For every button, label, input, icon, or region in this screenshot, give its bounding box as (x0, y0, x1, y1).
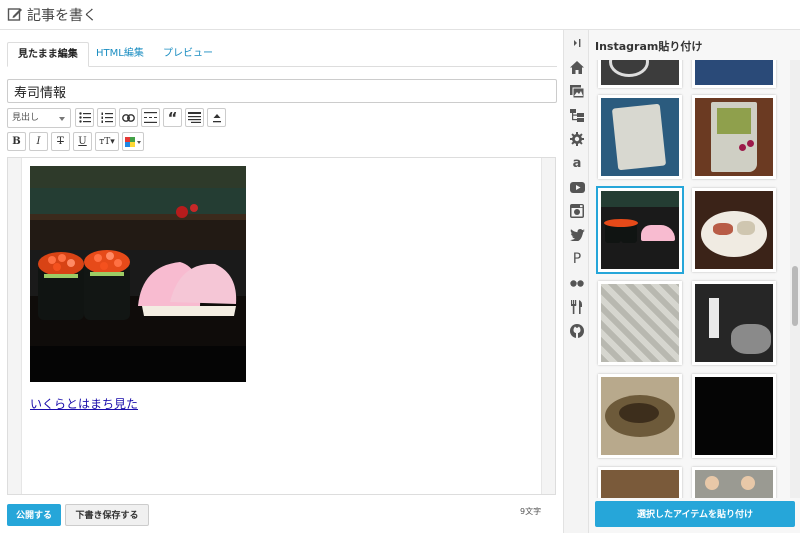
twitter-icon (569, 229, 585, 241)
instagram-button[interactable] (568, 202, 586, 220)
tab-preview[interactable]: プレビュー (153, 42, 223, 67)
quote-icon: “ (167, 108, 178, 127)
pixiv-icon: P (572, 251, 582, 267)
tab-wysiwyg[interactable]: 見たまま編集 (7, 42, 89, 67)
text-color-button[interactable] (122, 132, 144, 151)
instagram-thumbnail[interactable] (692, 188, 776, 272)
flickr-icon (570, 279, 584, 287)
heading-select-value: 見出し (12, 113, 40, 123)
restaurant-button[interactable] (568, 298, 586, 316)
instagram-grid-scrollbar[interactable] (790, 60, 800, 498)
more-break-icon (144, 112, 157, 123)
collapse-panel-button[interactable] (568, 34, 586, 52)
sushi-photo[interactable] (30, 166, 246, 382)
instagram-icon (570, 204, 584, 218)
more-break-button[interactable] (141, 108, 160, 127)
page-title: 記事を書く (27, 8, 97, 24)
body-left-gutter (8, 158, 22, 494)
youtube-button[interactable] (568, 178, 586, 196)
twitter-button[interactable] (568, 226, 586, 244)
underline-icon: U (78, 136, 87, 147)
instagram-thumbnail[interactable] (692, 374, 776, 458)
amazon-button[interactable]: a (568, 154, 586, 172)
bold-button[interactable]: B (7, 132, 26, 151)
upload-button[interactable] (207, 108, 226, 127)
instagram-thumbnail[interactable] (598, 467, 682, 498)
flickr-button[interactable] (568, 274, 586, 292)
character-count: 9文字 (520, 507, 542, 516)
table-of-contents-button[interactable] (185, 108, 204, 127)
rich-text-body[interactable]: いくらとはまち見た (7, 157, 556, 495)
font-size-button[interactable]: тT▾ (95, 132, 119, 151)
table-of-contents-icon (188, 112, 201, 123)
tree-icon (570, 108, 584, 122)
tree-button[interactable] (568, 106, 586, 124)
service-icon-strip: a P (563, 30, 589, 533)
instagram-thumbnail[interactable] (692, 281, 776, 365)
instagram-thumbnail[interactable] (692, 467, 776, 498)
amazon-icon: a (572, 155, 582, 171)
italic-icon: I (36, 136, 41, 147)
body-right-gutter (541, 158, 555, 494)
link-button[interactable] (119, 108, 138, 127)
edit-icon (7, 8, 22, 21)
chevron-down-icon (59, 117, 65, 121)
youtube-icon (569, 181, 585, 193)
instagram-thumbnail-selected[interactable] (598, 188, 682, 272)
quote-button[interactable]: “ (163, 108, 182, 127)
photo-album-button[interactable] (568, 82, 586, 100)
github-button[interactable] (568, 322, 586, 340)
upload-icon (212, 113, 221, 122)
link-icon (122, 113, 135, 122)
blog-editor-page: 記事を書く 見たまま編集 HTML編集 プレビュー 見出し (0, 0, 800, 533)
photo-album-icon (570, 84, 584, 98)
gear-icon (570, 132, 584, 146)
strikethrough-button[interactable]: T (51, 132, 70, 151)
bullet-list-icon (78, 112, 91, 123)
pixiv-button[interactable]: P (568, 250, 586, 268)
publish-button[interactable]: 公開する (7, 504, 61, 526)
instagram-thumbnail[interactable] (598, 95, 682, 179)
home-button[interactable] (568, 58, 586, 76)
paste-selected-button[interactable]: 選択したアイテムを貼り付け (595, 501, 795, 527)
scrollbar-thumb[interactable] (792, 266, 798, 326)
collapse-panel-icon (574, 39, 581, 47)
instagram-thumbnail[interactable] (598, 374, 682, 458)
github-icon (570, 324, 584, 338)
numbered-list-button[interactable] (97, 108, 116, 127)
instagram-thumbnail[interactable] (598, 60, 682, 88)
restaurant-icon (571, 300, 583, 314)
instagram-panel-title: Instagram貼り付け (595, 40, 703, 53)
numbered-list-icon (101, 112, 113, 123)
italic-button[interactable]: I (29, 132, 48, 151)
instagram-panel: Instagram貼り付け 選択したアイテムを貼り付け (589, 30, 800, 533)
home-icon (570, 60, 584, 74)
app-header: 記事を書く (0, 0, 800, 30)
underline-button[interactable]: U (73, 132, 92, 151)
instagram-thumbnail[interactable] (598, 281, 682, 365)
save-draft-button[interactable]: 下書き保存する (65, 504, 149, 526)
font-size-icon: тT▾ (99, 136, 115, 147)
tab-html[interactable]: HTML編集 (86, 42, 154, 67)
editor-tabs: 見たまま編集 HTML編集 プレビュー (7, 42, 557, 67)
editor-pane: 見たまま編集 HTML編集 プレビュー 見出し (0, 30, 563, 533)
instagram-thumbnail[interactable] (692, 95, 776, 179)
strikethrough-icon: T (57, 136, 64, 147)
instagram-photo-grid[interactable] (589, 60, 789, 498)
text-color-icon (125, 136, 141, 147)
photo-caption-link[interactable]: いくらとはまち見た (30, 395, 138, 412)
settings-button[interactable] (568, 130, 586, 148)
bullet-list-button[interactable] (75, 108, 94, 127)
bold-icon: B (12, 136, 21, 147)
heading-select[interactable]: 見出し (7, 108, 71, 128)
instagram-thumbnail[interactable] (692, 60, 776, 88)
title-input[interactable] (7, 79, 557, 103)
